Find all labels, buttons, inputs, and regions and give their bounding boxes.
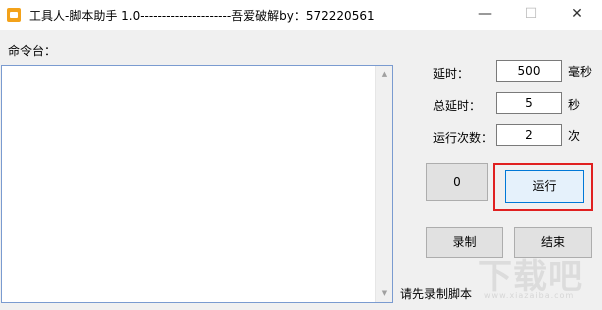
watermark-url: www.xiazaiba.com xyxy=(484,291,575,300)
total-delay-unit: 秒 xyxy=(568,98,581,112)
total-delay-label: 总延时： xyxy=(433,99,482,113)
scroll-down-icon[interactable]: ▼ xyxy=(376,285,393,302)
run-count-input[interactable]: 2 xyxy=(496,124,562,146)
counter-button[interactable]: 0 xyxy=(426,163,488,201)
delay-label: 延时： xyxy=(433,67,470,81)
console-textarea[interactable]: ▲ ▼ xyxy=(1,65,393,303)
console-label: 命令台： xyxy=(8,44,57,58)
app-icon xyxy=(7,8,21,22)
status-text: 请先录制脚本 xyxy=(400,287,473,301)
record-button[interactable]: 录制 xyxy=(426,227,503,258)
title-bar: 工具人-脚本助手 1.0---------------------吾爱破解by：… xyxy=(0,0,602,30)
delay-input[interactable]: 500 xyxy=(496,60,562,82)
delay-unit: 毫秒 xyxy=(568,65,593,79)
run-count-label: 运行次数： xyxy=(433,131,494,145)
end-button[interactable]: 结束 xyxy=(514,227,592,258)
scroll-up-icon[interactable]: ▲ xyxy=(376,66,393,83)
window-title: 工具人-脚本助手 1.0---------------------吾爱破解by：… xyxy=(29,9,375,23)
close-icon[interactable]: ✕ xyxy=(554,0,600,30)
maximize-icon[interactable]: ☐ xyxy=(508,0,554,30)
minimize-icon[interactable]: — xyxy=(462,0,508,30)
run-button[interactable]: 运行 xyxy=(505,170,584,203)
console-scrollbar[interactable]: ▲ ▼ xyxy=(375,66,392,302)
run-count-unit: 次 xyxy=(568,129,581,143)
total-delay-input[interactable]: 5 xyxy=(496,92,562,114)
